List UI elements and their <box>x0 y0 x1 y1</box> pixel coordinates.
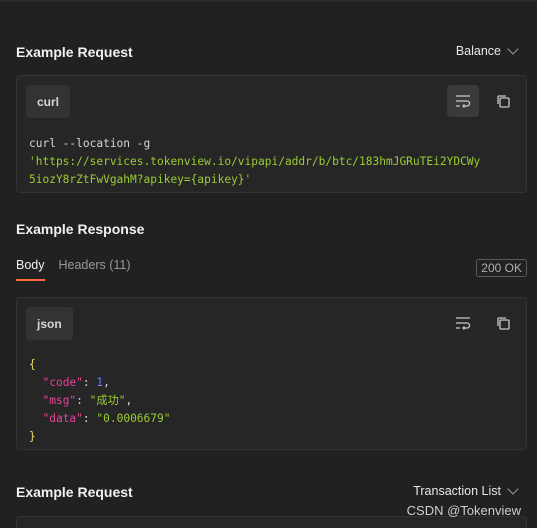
json-value: 1 <box>96 376 104 389</box>
example-response-title: Example Response <box>16 221 145 237</box>
code-line: 'https://services.tokenview.io/vipapi/ad… <box>29 155 481 168</box>
json-key: "code" <box>42 376 83 389</box>
json-open-brace: { <box>29 358 36 371</box>
request-code-card: curl curl --location -g 'https://service… <box>16 75 527 193</box>
chevron-down-icon <box>507 43 519 55</box>
copy-icon <box>496 94 510 108</box>
json-key: "data" <box>42 412 83 425</box>
wrap-lines-button[interactable] <box>447 307 479 339</box>
watermark: CSDN @Tokenview <box>406 503 521 518</box>
wrap-lines-icon <box>456 317 471 330</box>
code-line: curl --location -g <box>29 137 151 150</box>
response-tabs: Body Headers (11) <box>16 258 131 281</box>
json-close-brace: } <box>29 430 36 443</box>
language-label: json <box>26 307 73 340</box>
tab-body[interactable]: Body <box>16 258 45 281</box>
curl-code-block: curl --location -g 'https://services.tok… <box>29 135 480 189</box>
example-request-title: Example Request <box>16 484 133 500</box>
response-code-card: json { "code": 1, "msg": "成功", "data": "… <box>16 297 527 450</box>
code-line: 5iozY8rZtFwVgahM?apikey={apikey}' <box>29 173 252 186</box>
status-badge: 200 OK <box>476 259 527 277</box>
wrap-lines-button[interactable] <box>447 85 479 117</box>
tab-headers[interactable]: Headers (11) <box>59 258 131 281</box>
json-key: "msg" <box>42 394 77 407</box>
json-value: "0.0006679" <box>96 412 171 425</box>
copy-button[interactable] <box>487 85 519 117</box>
copy-icon <box>496 316 510 330</box>
top-divider <box>0 0 537 2</box>
chevron-down-icon <box>507 483 519 495</box>
language-label: curl <box>26 85 71 118</box>
example-selector-balance[interactable]: Balance <box>455 43 519 58</box>
selector-label: Balance <box>455 44 501 58</box>
example-selector-transaction-list[interactable]: Transaction List <box>413 483 519 498</box>
copy-button[interactable] <box>487 307 519 339</box>
example-request-title: Example Request <box>16 44 133 60</box>
json-value: "成功" <box>89 394 126 407</box>
wrap-lines-icon <box>456 95 471 108</box>
selector-label: Transaction List <box>413 484 501 498</box>
json-code-block: { "code": 1, "msg": "成功", "data": "0.000… <box>29 358 171 443</box>
